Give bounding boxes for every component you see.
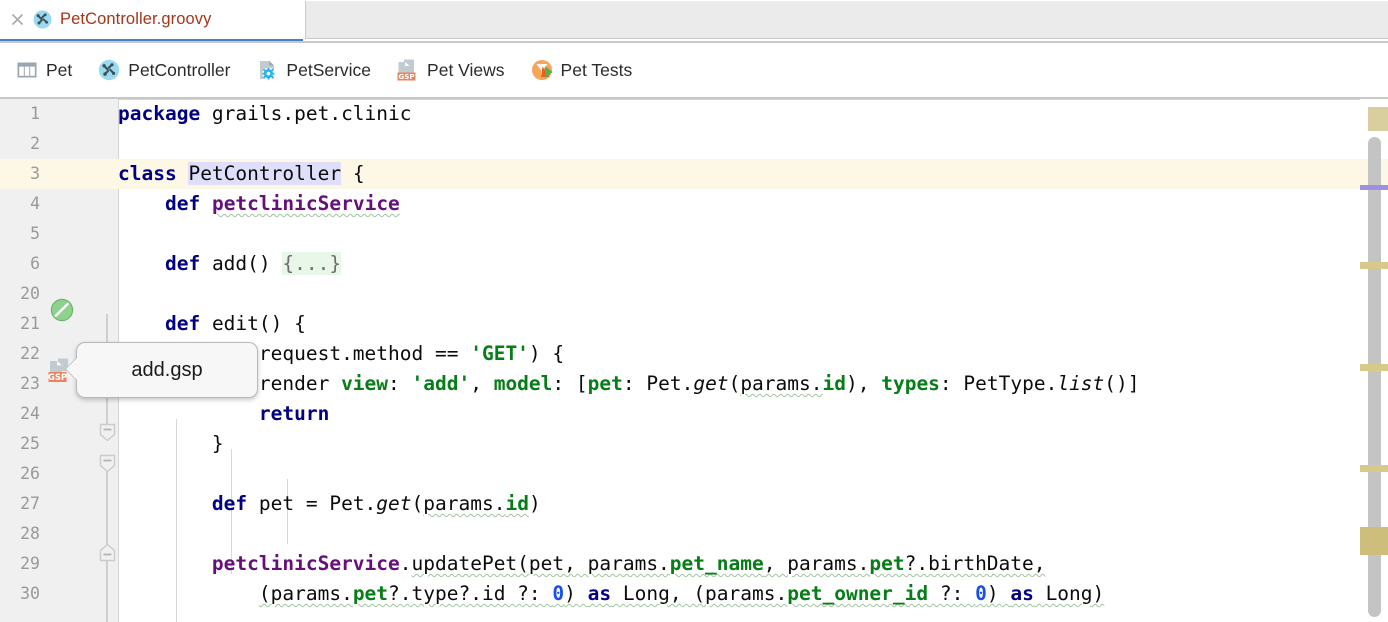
code-line-23: render view: 'add', model: [pet: Pet.get… xyxy=(118,369,1140,399)
service-gear-icon xyxy=(256,59,278,81)
breadcrumb-label: Pet xyxy=(46,60,72,81)
table-row[interactable]: 24 return xyxy=(0,399,1360,429)
breadcrumb-label: Pet Views xyxy=(427,60,505,81)
sidebar-item-pet-tests[interactable]: Pet Tests xyxy=(529,52,635,88)
warning-marker[interactable] xyxy=(1360,262,1388,269)
sidebar-item-pet-views[interactable]: GSP Pet Views xyxy=(395,52,507,88)
warning-marker[interactable] xyxy=(1360,465,1388,472)
editor-marker-scrollbar[interactable] xyxy=(1360,99,1388,622)
table-row[interactable]: 21 def edit() { xyxy=(0,309,1360,339)
code-line-27: def pet = Pet.get(params.id) xyxy=(118,489,541,519)
table-row[interactable]: 2 xyxy=(0,129,1360,159)
warning-marker[interactable] xyxy=(1360,527,1388,555)
table-row[interactable]: 28 xyxy=(0,519,1360,549)
groovy-class-icon xyxy=(33,10,52,29)
line-number: 22 xyxy=(0,339,40,369)
svg-text:GSP: GSP xyxy=(398,72,414,81)
table-row[interactable]: 29 petclinicService.updatePet(pet, param… xyxy=(0,549,1360,579)
code-line-24: return xyxy=(118,399,329,429)
caret-position-marker[interactable] xyxy=(1360,185,1388,190)
code-line-6: def add() {...} xyxy=(118,249,341,279)
editor-tab-bar: PetController.groovy xyxy=(0,0,1388,41)
line-number: 21 xyxy=(0,309,40,339)
breadcrumb-label: Pet Tests xyxy=(561,60,633,81)
gutter-tooltip: add.gsp xyxy=(76,342,258,398)
editor-tab-bar-empty-area xyxy=(305,1,1388,39)
line-number: 23 xyxy=(0,369,40,399)
table-row[interactable]: 20 xyxy=(0,279,1360,309)
line-number: 27 xyxy=(0,489,40,519)
marker-error-stripe-top[interactable] xyxy=(1368,107,1388,131)
line-number: 30 xyxy=(0,579,40,609)
line-number: 2 xyxy=(0,129,40,159)
table-row[interactable]: 27 def pet = Pet.get(params.id) xyxy=(0,489,1360,519)
gsp-file-icon: GSP xyxy=(397,59,419,81)
table-row[interactable]: 6 def add() {...} xyxy=(0,249,1360,279)
line-number: 25 xyxy=(0,429,40,459)
code-line-25: } xyxy=(118,429,224,459)
domain-table-icon xyxy=(16,59,38,81)
test-run-icon xyxy=(531,59,553,81)
line-number: 4 xyxy=(0,189,40,219)
sidebar-item-pet[interactable]: Pet xyxy=(14,52,74,88)
code-line-21: def edit() { xyxy=(118,309,306,339)
sidebar-item-petcontroller[interactable]: PetController xyxy=(96,52,232,88)
table-row[interactable]: 3 class PetController { xyxy=(0,159,1360,189)
line-number: 6 xyxy=(0,249,40,279)
groovy-controller-icon xyxy=(98,59,120,81)
warning-marker[interactable] xyxy=(1360,364,1388,371)
table-row[interactable]: 1 package grails.pet.clinic xyxy=(0,99,1360,129)
breadcrumb-label: PetController xyxy=(128,60,230,81)
code-line-29: petclinicService.updatePet(pet, params.p… xyxy=(118,549,1046,579)
line-number: 29 xyxy=(0,549,40,579)
intellij-editor-window: PetController.groovy Pet xyxy=(0,0,1388,622)
tooltip-pointer-icon xyxy=(66,358,77,380)
editor-tab-petcontroller[interactable]: PetController.groovy xyxy=(0,0,303,41)
line-number: 28 xyxy=(0,519,40,549)
line-number: 1 xyxy=(0,99,40,129)
code-line-1: package grails.pet.clinic xyxy=(118,99,412,129)
line-number: 3 xyxy=(0,159,40,189)
code-line-3: class PetController { xyxy=(118,159,365,189)
table-row[interactable]: 25 } xyxy=(0,429,1360,459)
sidebar-item-petservice[interactable]: PetService xyxy=(254,52,373,88)
line-number: 20 xyxy=(0,279,40,309)
table-row[interactable]: 26 xyxy=(0,459,1360,489)
line-number: 24 xyxy=(0,399,40,429)
line-number: 26 xyxy=(0,459,40,489)
code-line-4: def petclinicService xyxy=(118,189,400,219)
line-number: 5 xyxy=(0,219,40,249)
code-line-30: (params.pet?.type?.id ?: 0) as Long, (pa… xyxy=(118,579,1104,609)
navigation-breadcrumb-bar: Pet PetController xyxy=(0,43,1388,97)
editor-tab-label: PetController.groovy xyxy=(60,10,212,29)
table-row[interactable]: 4 def petclinicService xyxy=(0,189,1360,219)
code-editor[interactable]: GSP 1 package grails.pet.clinic 2 3 clas… xyxy=(0,99,1388,622)
table-row[interactable]: 30 (params.pet?.type?.id ?: 0) as Long, … xyxy=(0,579,1360,609)
breadcrumb-label: PetService xyxy=(286,60,371,81)
close-icon[interactable] xyxy=(10,12,25,27)
table-row[interactable]: 5 xyxy=(0,219,1360,249)
tooltip-label: add.gsp xyxy=(131,359,202,382)
